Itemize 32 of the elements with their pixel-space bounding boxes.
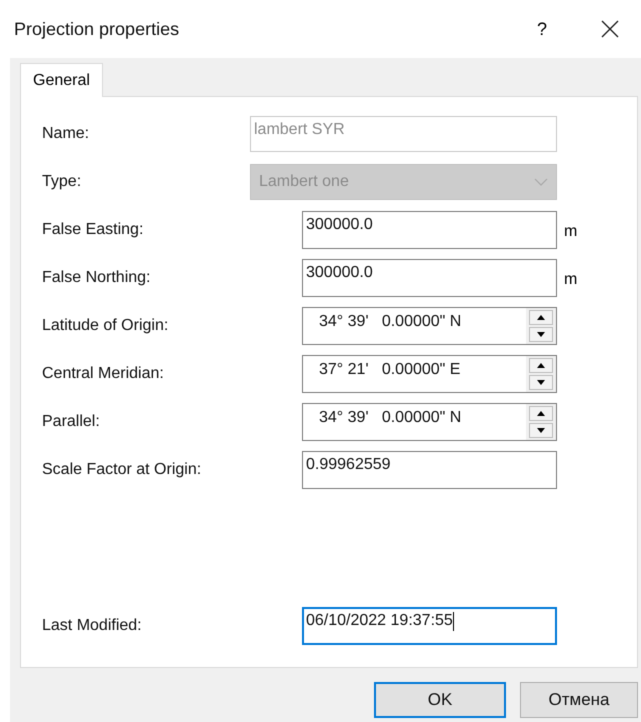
dialog-button[interactable]: OK [374,682,506,718]
field-label: Scale Factor at Origin: [42,461,202,479]
field-label: Central Meridian: [42,365,165,383]
field-label: Parallel: [42,413,101,431]
spin-up-button[interactable] [529,406,553,421]
field-label: Last Modified: [42,617,143,635]
chevron-down-icon [534,178,548,186]
spin-field[interactable]: 34° 39' 0.00000" N [302,403,557,441]
help-button[interactable]: ? [536,18,547,40]
spin-field[interactable]: 34° 39' 0.00000" N [302,307,557,345]
spin-down-button[interactable] [529,423,553,438]
field-label: Latitude of Origin: [42,317,170,335]
tab[interactable]: General [20,63,103,97]
input-field[interactable]: 300000.0 [302,211,557,249]
input-field[interactable]: 06/10/2022 19:37:55 [302,607,557,645]
window-title: Projection properties [14,18,180,40]
field-label: False Northing: [42,269,152,287]
spin-down-button[interactable] [529,327,553,342]
spin-up-button[interactable] [529,310,553,325]
unit-label: m [564,222,578,241]
field-label: Type: [42,173,82,191]
spin-field[interactable]: 37° 21' 0.00000" E [302,355,557,393]
field-label: False Easting: [42,221,144,239]
unit-label: m [564,270,578,289]
dialog-button[interactable]: Отмена [520,682,638,718]
spin-down-button[interactable] [529,375,553,390]
input-field[interactable]: 300000.0 [302,259,557,297]
close-icon[interactable] [601,20,619,38]
text-cursor [452,612,454,631]
spin-up-button[interactable] [529,358,553,373]
input-field[interactable]: 0.99962559 [302,451,557,489]
field-label: Name: [42,125,90,143]
